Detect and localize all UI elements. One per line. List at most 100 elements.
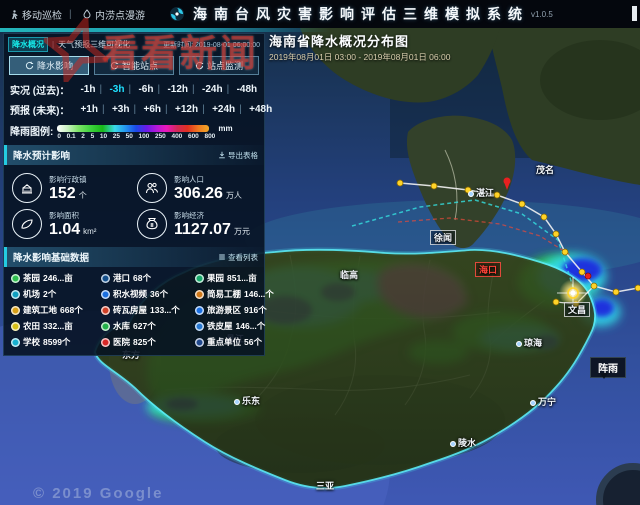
tea-garden-icon bbox=[11, 274, 20, 283]
forecast-+3h[interactable]: +3h bbox=[105, 104, 137, 115]
app-window: 海南省降水概况分布图 2019年08月01日 03:00 - 2019年08月0… bbox=[0, 0, 640, 505]
city-label-zhanjiang[interactable]: 湛江 bbox=[468, 186, 494, 199]
refresh-icon bbox=[110, 61, 119, 70]
base-item-construction-site[interactable]: 建筑工地668个 bbox=[11, 304, 99, 316]
city-label-haikou[interactable]: 海口 bbox=[475, 262, 501, 277]
google-copyright: © 2019 Google bbox=[33, 485, 163, 502]
forecast-+24h[interactable]: +24h bbox=[205, 104, 242, 115]
school-icon bbox=[11, 338, 20, 347]
top-bar: 移动巡检 内涝点漫游 海南台风灾害影响评估三维模拟系统 v1.0.5 bbox=[0, 0, 640, 28]
stat-admin-regions: 影响行政镇 152个 bbox=[12, 170, 135, 206]
map-header: 海南省降水概况分布图 2019年08月01日 03:00 - 2019年08月0… bbox=[269, 31, 450, 63]
forecast-+1h[interactable]: +1h bbox=[73, 104, 105, 115]
app-title: 海南台风灾害影响评估三维模拟系统 bbox=[193, 4, 529, 24]
panel-subtitle: 天气预报三维可视化 bbox=[58, 39, 130, 50]
base-item-scenic-area[interactable]: 旅游景区916个 bbox=[195, 304, 274, 316]
forecast-+48h[interactable]: +48h bbox=[242, 104, 279, 115]
tab-smart-stations[interactable]: 智能站点 bbox=[94, 56, 174, 75]
hospital-icon bbox=[101, 338, 110, 347]
roam-icon bbox=[82, 9, 92, 19]
city-label-wenchang[interactable]: 文昌 bbox=[564, 302, 590, 317]
stat-population: 影响人口 306.26万人 bbox=[137, 170, 260, 206]
edge-widget[interactable] bbox=[632, 6, 637, 21]
observed--1h[interactable]: -1h bbox=[73, 84, 102, 95]
panel-tag[interactable]: 降水概况 bbox=[8, 37, 48, 52]
airport-icon bbox=[11, 290, 20, 299]
stat-area: 影响面积 1.04km² bbox=[12, 206, 135, 242]
observed--24h[interactable]: -24h bbox=[195, 84, 230, 95]
tin-house-icon bbox=[195, 322, 204, 331]
base-item-brick-house[interactable]: 砖瓦房屋133...个 bbox=[101, 304, 193, 316]
observed--3h[interactable]: -3h bbox=[102, 84, 131, 95]
view-list-link[interactable]: 查看列表 bbox=[218, 252, 258, 263]
precipitation-panel: 降水概况 | 天气预报三维可视化 更新时间: 2019-08-01 06:00:… bbox=[3, 33, 265, 356]
forecast-+12h[interactable]: +12h bbox=[168, 104, 205, 115]
city-label-lingao[interactable]: 临高 bbox=[340, 268, 358, 281]
tab-rain-impact[interactable]: 降水影响 bbox=[9, 56, 89, 75]
rain-color-scale bbox=[57, 125, 209, 132]
base-item-tea-garden[interactable]: 茶园246...亩 bbox=[11, 272, 99, 284]
scenic-area-icon bbox=[195, 306, 204, 315]
base-item-reservoir[interactable]: 水库627个 bbox=[101, 320, 193, 332]
orchard-icon bbox=[195, 274, 204, 283]
typhoon-logo-icon bbox=[169, 6, 185, 22]
panel-header: 降水概况 | 天气预报三维可视化 更新时间: 2019-08-01 06:00:… bbox=[4, 34, 264, 54]
base-item-farmland[interactable]: 农田332...亩 bbox=[11, 320, 99, 332]
export-table-link[interactable]: 导出表格 bbox=[218, 150, 258, 161]
observed--6h[interactable]: -6h bbox=[131, 84, 160, 95]
forecast-time-row: 预报 (未来)： +1h +3h +6h +12h +24h +48h bbox=[4, 99, 264, 119]
export-icon bbox=[218, 151, 226, 159]
base-item-flood-camera[interactable]: 积水视频36个 bbox=[101, 288, 193, 300]
legend-unit: mm bbox=[218, 124, 232, 133]
rain-legend-row: 降雨图例: 00.1 25 1025 50100 250400 600800 m… bbox=[4, 119, 264, 142]
key-unit-icon bbox=[195, 338, 204, 347]
weather-badge: 阵雨 bbox=[590, 357, 626, 378]
forecast-+6h[interactable]: +6h bbox=[136, 104, 168, 115]
brick-house-icon bbox=[101, 306, 110, 315]
menu-waterlogging-roam[interactable]: 内涝点漫游 bbox=[72, 7, 155, 22]
city-label-xuwen[interactable]: 徐闻 bbox=[430, 230, 456, 245]
reservoir-icon bbox=[101, 322, 110, 331]
refresh-icon bbox=[195, 61, 204, 70]
menu-mobile-patrol[interactable]: 移动巡检 bbox=[0, 7, 72, 22]
legend-ticks: 00.1 25 1025 50100 250400 600800 bbox=[57, 133, 215, 140]
city-label-ledong[interactable]: 乐东 bbox=[234, 394, 260, 407]
update-time: 更新时间: 2019-08-01 06:00:00 bbox=[163, 40, 260, 50]
app-version: v1.0.5 bbox=[531, 10, 553, 19]
city-label-wanning[interactable]: 万宁 bbox=[530, 395, 556, 408]
city-label-maoming[interactable]: 茂名 bbox=[536, 163, 554, 176]
work-shed-icon bbox=[195, 290, 204, 299]
base-data-grid: 茶园246...亩 港口68个 果园851...亩 机场2个 积水视频36个 简… bbox=[4, 267, 264, 353]
economy-icon bbox=[137, 209, 167, 239]
area-icon bbox=[12, 209, 42, 239]
list-icon bbox=[218, 253, 226, 261]
stat-economy: 影响经济 1127.07万元 bbox=[137, 206, 260, 242]
impact-stats-grid: 影响行政镇 152个 影响人口 306.26万人 影响面积 bbox=[4, 165, 264, 244]
base-item-tin-house[interactable]: 铁皮屋146...个 bbox=[195, 320, 274, 332]
stats-section-header: 降水预计影响 导出表格 bbox=[4, 145, 264, 165]
refresh-icon bbox=[25, 61, 34, 70]
patrol-icon bbox=[10, 9, 19, 20]
tab-station-monitor[interactable]: 站点监测 bbox=[179, 56, 259, 75]
base-item-orchard[interactable]: 果园851...亩 bbox=[195, 272, 274, 284]
observed-time-row: 实况 (过去)： -1h -3h -6h -12h -24h -48h bbox=[4, 79, 264, 99]
mode-tabs: 降水影响 智能站点 站点监测 bbox=[4, 54, 264, 79]
base-item-key-unit[interactable]: 重点单位56个 bbox=[195, 336, 274, 348]
city-label-qionghai[interactable]: 琼海 bbox=[516, 336, 542, 349]
port-icon bbox=[101, 274, 110, 283]
map-subtitle: 2019年08月01日 03:00 - 2019年08月01日 06:00 bbox=[269, 51, 450, 63]
base-item-airport[interactable]: 机场2个 bbox=[11, 288, 99, 300]
base-item-hospital[interactable]: 医院825个 bbox=[101, 336, 193, 348]
population-icon bbox=[137, 173, 167, 203]
base-data-section-header: 降水影响基础数据 查看列表 bbox=[4, 247, 264, 267]
base-item-school[interactable]: 学校8599个 bbox=[11, 336, 99, 348]
city-label-lingshui[interactable]: 陵水 bbox=[450, 436, 476, 449]
construction-icon bbox=[11, 306, 20, 315]
base-item-port[interactable]: 港口68个 bbox=[101, 272, 193, 284]
observed--48h[interactable]: -48h bbox=[230, 84, 265, 95]
observed--12h[interactable]: -12h bbox=[160, 84, 195, 95]
base-item-work-shed[interactable]: 简易工棚146...个 bbox=[195, 288, 274, 300]
city-label-sanya[interactable]: 三亚 bbox=[316, 479, 334, 492]
government-icon bbox=[12, 173, 42, 203]
legend-label: 降雨图例: bbox=[10, 123, 53, 138]
